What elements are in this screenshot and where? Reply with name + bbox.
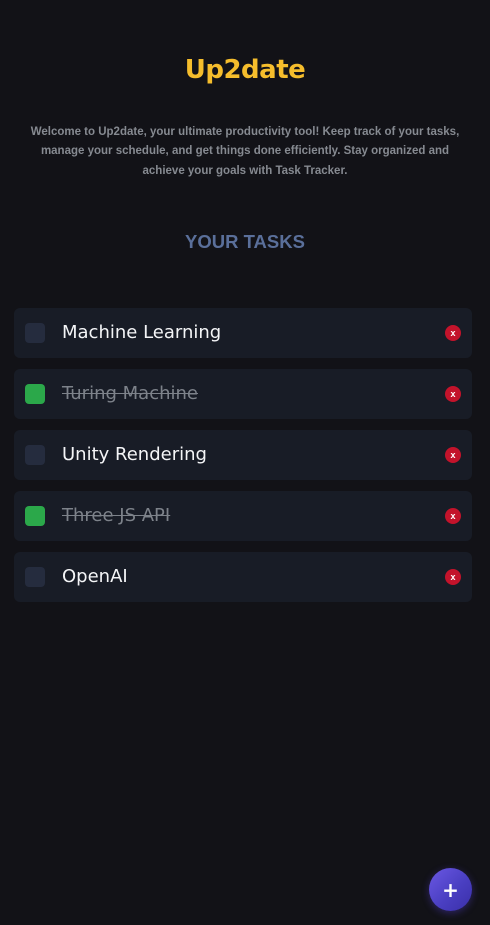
close-icon: x [450, 510, 456, 521]
delete-task-button[interactable]: x [445, 447, 461, 463]
delete-task-button[interactable]: x [445, 325, 461, 341]
task-label: Three JS API [62, 505, 171, 526]
task-item: Machine Learning x [14, 308, 472, 358]
delete-task-button[interactable]: x [445, 569, 461, 585]
intro-text: Welcome to Up2date, your ultimate produc… [30, 125, 460, 177]
task-label: Turing Machine [62, 383, 198, 404]
task-checkbox[interactable] [25, 506, 45, 526]
close-icon: x [450, 571, 456, 582]
tasks-heading: YOUR TASKS [185, 231, 305, 253]
task-list: Machine Learning x Turing Machine x Unit… [14, 308, 472, 613]
task-item: OpenAI x [14, 552, 472, 602]
task-item: Unity Rendering x [14, 430, 472, 480]
task-checkbox[interactable] [25, 567, 45, 587]
task-label: Unity Rendering [62, 444, 207, 465]
delete-task-button[interactable]: x [445, 508, 461, 524]
plus-icon: + [442, 877, 459, 902]
close-icon: x [450, 449, 456, 460]
task-checkbox[interactable] [25, 445, 45, 465]
app-title: Up2date [184, 55, 306, 86]
task-label: Machine Learning [62, 322, 222, 343]
close-icon: x [450, 327, 456, 338]
add-task-button[interactable]: + [429, 868, 472, 911]
task-item: Three JS API x [14, 491, 472, 541]
close-icon: x [450, 388, 456, 399]
task-checkbox[interactable] [25, 384, 45, 404]
delete-task-button[interactable]: x [445, 386, 461, 402]
task-checkbox[interactable] [25, 323, 45, 343]
task-label: OpenAI [62, 566, 128, 587]
task-item: Turing Machine x [14, 369, 472, 419]
